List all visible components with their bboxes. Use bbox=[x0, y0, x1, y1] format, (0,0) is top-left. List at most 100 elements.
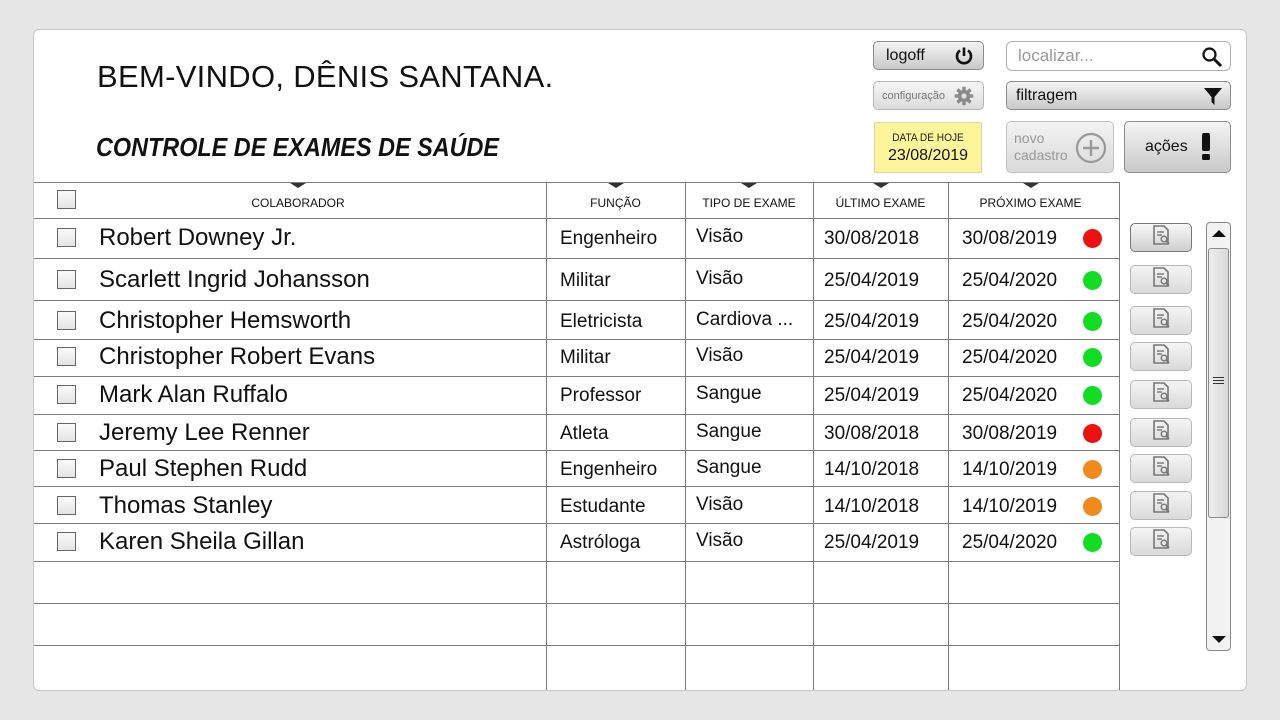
row-divider bbox=[34, 561, 1120, 562]
document-search-icon bbox=[1150, 492, 1172, 519]
select-all-checkbox[interactable] bbox=[57, 190, 76, 209]
new-record-button[interactable]: novo cadastro bbox=[1006, 121, 1114, 173]
row-divider bbox=[34, 486, 1120, 487]
magnifier-icon[interactable] bbox=[1201, 46, 1223, 73]
status-indicator bbox=[1083, 386, 1102, 405]
row-next-exam: 30/08/2019 bbox=[962, 423, 1058, 444]
row-divider bbox=[34, 258, 1120, 259]
column-header-ultimo-exame[interactable]: ÚLTIMO EXAME bbox=[813, 183, 948, 210]
row-next-exam: 14/10/2019 bbox=[962, 459, 1058, 480]
view-record-button[interactable] bbox=[1130, 491, 1192, 520]
filter-dropdown[interactable]: filtragem bbox=[1006, 81, 1231, 110]
row-divider bbox=[34, 523, 1120, 524]
row-checkbox[interactable] bbox=[57, 496, 76, 515]
column-header-proximo-exame[interactable]: PRÓXIMO EXAME bbox=[948, 183, 1113, 210]
row-divider bbox=[34, 645, 1120, 646]
scroll-up-arrow-icon[interactable] bbox=[1212, 230, 1226, 237]
sort-caret-icon bbox=[290, 183, 306, 188]
row-last-exam: 25/04/2019 bbox=[824, 532, 920, 553]
view-record-button[interactable] bbox=[1130, 418, 1192, 447]
row-last-exam: 25/04/2019 bbox=[824, 270, 920, 291]
today-date-value: 23/08/2019 bbox=[887, 147, 969, 164]
row-name: Karen Sheila Gillan bbox=[99, 528, 305, 555]
status-indicator bbox=[1083, 229, 1102, 248]
table-top-border bbox=[34, 182, 1120, 183]
document-search-icon bbox=[1150, 307, 1172, 334]
row-checkbox[interactable] bbox=[57, 459, 76, 478]
row-exam-type: Sangue bbox=[696, 383, 762, 404]
row-checkbox[interactable] bbox=[57, 347, 76, 366]
row-divider bbox=[34, 603, 1120, 604]
vertical-scrollbar[interactable] bbox=[1206, 222, 1231, 651]
page-title: CONTROLE DE EXAMES DE SAÚDE bbox=[96, 132, 500, 162]
row-name: Robert Downey Jr. bbox=[99, 224, 297, 251]
scroll-down-arrow-icon[interactable] bbox=[1212, 636, 1226, 643]
row-name: Paul Stephen Rudd bbox=[99, 455, 308, 482]
document-search-icon bbox=[1150, 455, 1172, 482]
row-checkbox[interactable] bbox=[57, 228, 76, 247]
actions-label: ações bbox=[1145, 138, 1188, 155]
row-exam-type: Visão bbox=[696, 345, 744, 366]
row-next-exam: 25/04/2020 bbox=[962, 270, 1058, 291]
row-name: Mark Alan Ruffalo bbox=[99, 381, 288, 408]
search-box[interactable] bbox=[1006, 41, 1231, 71]
sort-caret-icon bbox=[607, 183, 624, 188]
plus-circle-icon bbox=[1075, 132, 1107, 168]
search-input[interactable] bbox=[1016, 45, 1200, 67]
row-divider bbox=[34, 414, 1120, 415]
view-record-button[interactable] bbox=[1130, 306, 1192, 335]
row-checkbox[interactable] bbox=[57, 385, 76, 404]
filter-label: filtragem bbox=[1016, 86, 1078, 104]
row-checkbox[interactable] bbox=[57, 423, 76, 442]
row-last-exam: 25/04/2019 bbox=[824, 347, 920, 368]
row-last-exam: 25/04/2019 bbox=[824, 311, 920, 332]
row-function: Engenheiro bbox=[560, 459, 658, 480]
row-next-exam: 25/04/2020 bbox=[962, 311, 1058, 332]
row-exam-type: Sangue bbox=[696, 457, 762, 478]
row-exam-type: Visão bbox=[696, 494, 744, 515]
welcome-text: BEM-VINDO, DÊNIS SANTANA. bbox=[97, 59, 554, 94]
row-divider bbox=[34, 376, 1120, 377]
document-search-icon bbox=[1150, 381, 1172, 408]
view-record-button[interactable] bbox=[1130, 380, 1192, 409]
actions-button[interactable]: ações bbox=[1124, 121, 1231, 173]
config-button[interactable]: configuração bbox=[873, 81, 984, 110]
row-function: Estudante bbox=[560, 496, 646, 517]
funnel-icon bbox=[1203, 86, 1223, 111]
sort-caret-icon bbox=[741, 183, 757, 188]
row-exam-type: Visão bbox=[696, 530, 744, 551]
column-divider bbox=[813, 182, 814, 690]
row-divider bbox=[34, 300, 1120, 301]
row-function: Militar bbox=[560, 347, 611, 368]
row-checkbox[interactable] bbox=[57, 311, 76, 330]
document-search-icon bbox=[1150, 266, 1172, 293]
row-last-exam: 25/04/2019 bbox=[824, 385, 920, 406]
gear-icon bbox=[954, 86, 974, 109]
row-divider bbox=[34, 450, 1120, 451]
column-divider bbox=[546, 182, 547, 690]
row-next-exam: 25/04/2020 bbox=[962, 532, 1058, 553]
column-header-colaborador[interactable]: COLABORADOR bbox=[198, 183, 398, 210]
logoff-button[interactable]: logoff bbox=[873, 41, 984, 70]
column-divider bbox=[685, 182, 686, 690]
scrollbar-thumb[interactable] bbox=[1208, 248, 1229, 518]
document-search-icon bbox=[1150, 343, 1172, 370]
view-record-button[interactable] bbox=[1130, 265, 1192, 294]
view-record-button[interactable] bbox=[1130, 342, 1192, 371]
column-divider bbox=[1119, 182, 1120, 690]
row-checkbox[interactable] bbox=[57, 532, 76, 551]
column-header-funcao[interactable]: FUNÇÃO bbox=[546, 183, 685, 210]
grip-icon bbox=[1213, 377, 1224, 386]
row-function: Professor bbox=[560, 385, 642, 406]
row-function: Astróloga bbox=[560, 532, 641, 553]
view-record-button[interactable] bbox=[1130, 223, 1192, 252]
row-last-exam: 30/08/2018 bbox=[824, 228, 920, 249]
view-record-button[interactable] bbox=[1130, 527, 1192, 556]
row-function: Atleta bbox=[560, 423, 609, 444]
view-record-button[interactable] bbox=[1130, 454, 1192, 483]
row-last-exam: 30/08/2018 bbox=[824, 423, 920, 444]
sort-caret-icon bbox=[1022, 183, 1039, 188]
row-checkbox[interactable] bbox=[57, 270, 76, 289]
column-header-tipo-exame[interactable]: TIPO DE EXAME bbox=[685, 183, 813, 210]
status-indicator bbox=[1083, 424, 1102, 443]
